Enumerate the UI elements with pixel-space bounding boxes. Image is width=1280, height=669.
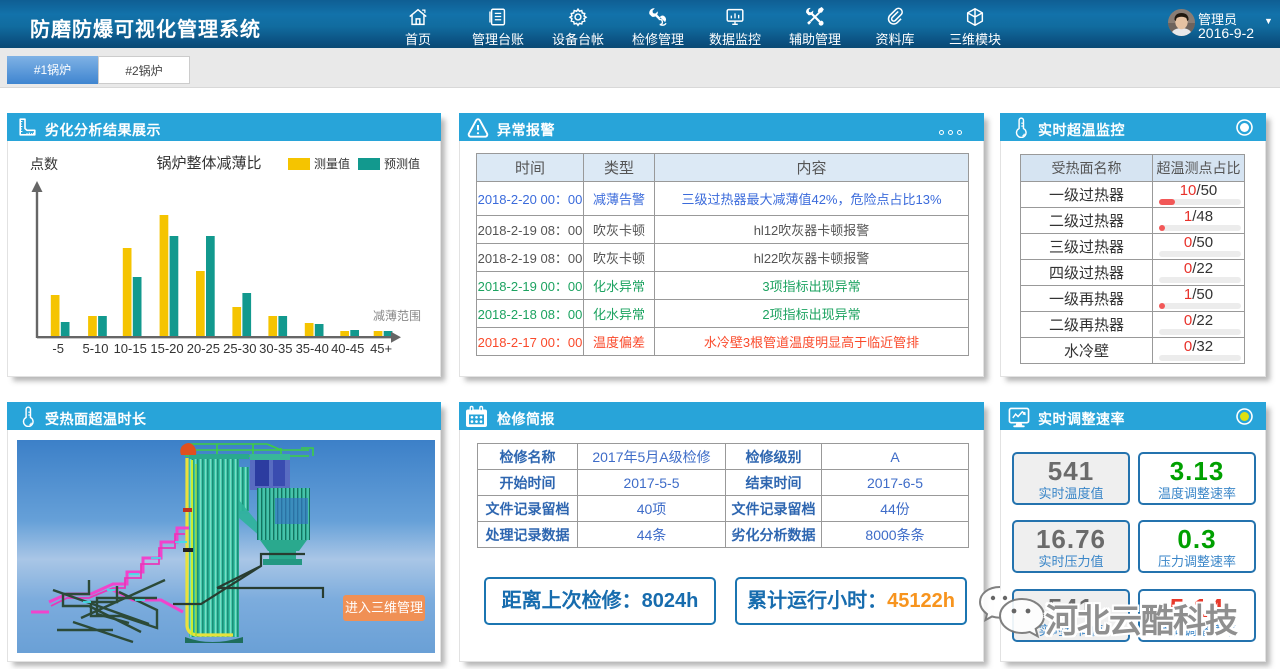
svg-text:35-40: 35-40 xyxy=(296,341,329,356)
svg-text:预测值: 预测值 xyxy=(384,156,420,171)
svg-text:30-35: 30-35 xyxy=(259,341,292,356)
svg-text:10-15: 10-15 xyxy=(114,341,147,356)
svg-text:减薄范围: 减薄范围 xyxy=(373,308,421,323)
svg-text:45+: 45+ xyxy=(370,341,392,356)
svg-text:5-10: 5-10 xyxy=(82,341,108,356)
svg-text:25-30: 25-30 xyxy=(223,341,256,356)
svg-text:20-25: 20-25 xyxy=(187,341,220,356)
svg-text:15-20: 15-20 xyxy=(150,341,183,356)
svg-text:点数: 点数 xyxy=(30,156,58,172)
svg-text:40-45: 40-45 xyxy=(331,341,364,356)
svg-text:测量值: 测量值 xyxy=(314,156,350,171)
svg-text:-5: -5 xyxy=(52,341,64,356)
svg-text:锅炉整体减薄比: 锅炉整体减薄比 xyxy=(156,155,261,172)
